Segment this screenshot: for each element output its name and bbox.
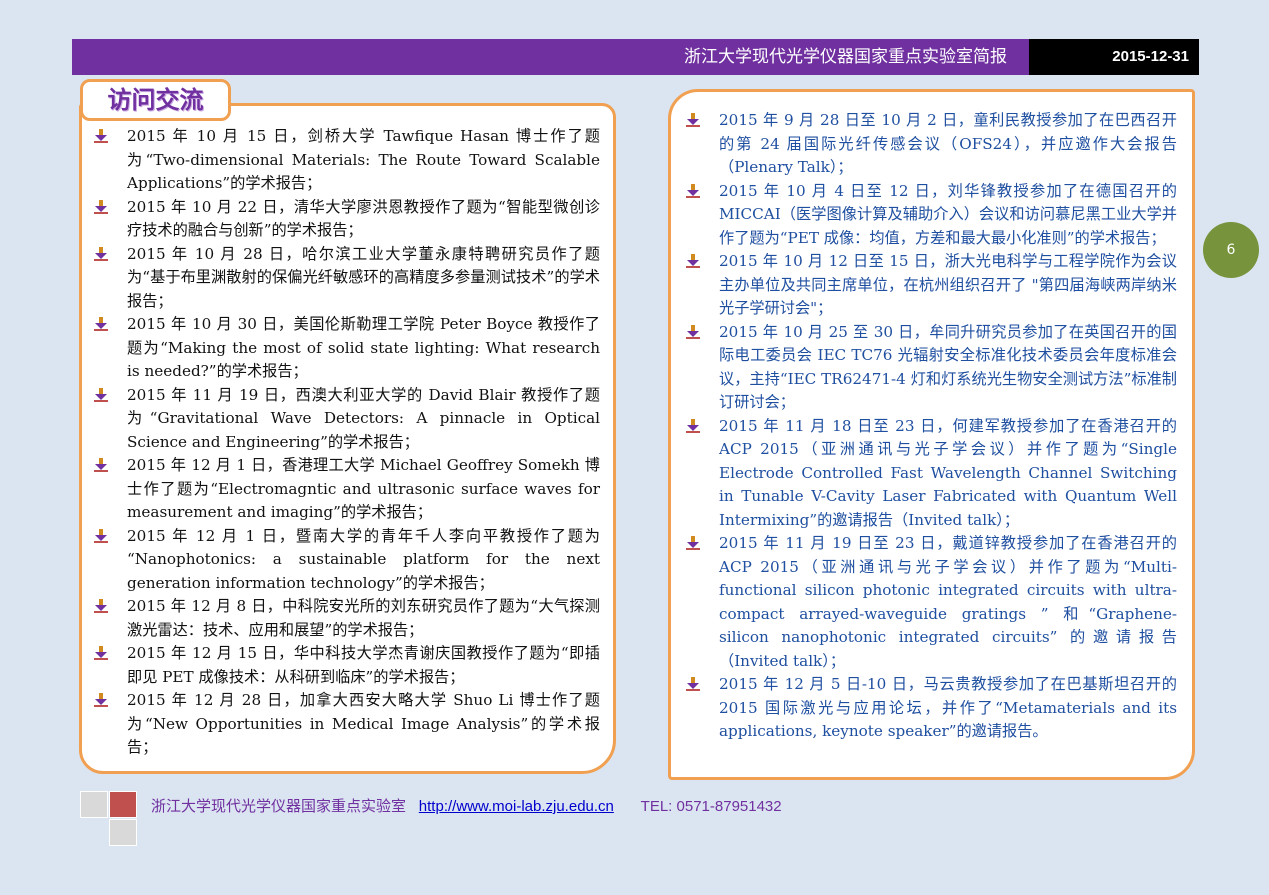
list-item-text: 2015 年 11 月 18 日至 23 日，何建军教授参加了在香港召开的 AC… <box>719 416 1177 529</box>
logo-square-red <box>109 791 137 818</box>
list-item-text: 2015 年 12 月 8 日，中科院安光所的刘东研究员作了题为“大气探测激光雷… <box>127 597 600 639</box>
list-item-text: 2015 年 12 月 15 日，华中科技大学杰青谢庆国教授作了题为“即插即见 … <box>127 644 600 686</box>
list-item-text: 2015 年 12 月 5 日-10 日，马云贵教授参加了在巴基斯坦召开的 20… <box>719 675 1177 740</box>
list-item: 2015 年 10 月 15 日，剑桥大学 Tawfique Hasan 博士作… <box>79 125 600 196</box>
arrow-down-bullet-icon <box>686 324 700 339</box>
list-item-text: 2015 年 12 月 28 日，加拿大西安大略大学 Shuo Li 博士作了题… <box>127 691 600 756</box>
list-item-text: 2015 年 10 月 25 至 30 日，牟同升研究员参加了在英国召开的国际电… <box>719 322 1177 412</box>
arrow-down-bullet-icon <box>94 646 108 660</box>
list-item-text: 2015 年 10 月 4 日至 12 日，刘华锋教授参加了在德国召开的 MIC… <box>719 181 1177 247</box>
list-item: 2015 年 10 月 30 日，美国伦斯勒理工学院 Peter Boyce 教… <box>79 313 600 384</box>
list-item: 2015 年 12 月 1 日，暨南大学的青年千人李向平教授作了题为 “Nano… <box>79 525 600 596</box>
list-item-text: 2015 年 11 月 19 日，西澳大利亚大学的 David Blair 教授… <box>127 385 600 451</box>
arrow-down-bullet-icon <box>686 113 700 127</box>
arrow-down-bullet-icon <box>686 254 700 268</box>
arrow-down-bullet-icon <box>94 693 108 707</box>
arrow-down-bullet-icon <box>686 418 700 433</box>
list-item-text: 2015 年 10 月 28 日，哈尔滨工业大学董永康特聘研究员作了题为“基于布… <box>127 244 600 310</box>
list-item-text: 2015 年 10 月 15 日，剑桥大学 Tawfique Hasan 博士作… <box>127 127 600 192</box>
list-item: 2015 年 12 月 5 日-10 日，马云贵教授参加了在巴基斯坦召开的 20… <box>671 673 1177 744</box>
list-item: 2015 年 11 月 19 日，西澳大利亚大学的 David Blair 教授… <box>79 384 600 455</box>
list-item: 2015 年 10 月 28 日，哈尔滨工业大学董永康特聘研究员作了题为“基于布… <box>79 243 600 314</box>
section-title: 访问交流 <box>80 79 231 121</box>
footer-org-name: 浙江大学现代光学仪器国家重点实验室 <box>151 797 407 815</box>
list-item-text: 2015 年 10 月 30 日，美国伦斯勒理工学院 Peter Boyce 教… <box>127 315 600 380</box>
logo-square-gray <box>80 791 108 818</box>
list-item-text: 2015 年 12 月 1 日，暨南大学的青年千人李向平教授作了题为 “Nano… <box>127 526 600 592</box>
arrow-down-bullet-icon <box>686 536 700 550</box>
arrow-down-bullet-icon <box>94 129 108 143</box>
list-item-text: 2015 年 11 月 19 日至 23 日，戴道锌教授参加了在香港召开的 AC… <box>719 534 1177 670</box>
list-item: 2015 年 10 月 12 日至 15 日，浙大光电科学与工程学院作为会议主办… <box>671 250 1177 321</box>
list-item-text: 2015 年 10 月 12 日至 15 日，浙大光电科学与工程学院作为会议主办… <box>719 252 1177 317</box>
arrow-down-bullet-icon <box>94 387 108 402</box>
arrow-down-bullet-icon <box>94 199 108 214</box>
list-item: 2015 年 12 月 15 日，华中科技大学杰青谢庆国教授作了题为“即插即见 … <box>79 642 600 689</box>
list-item: 2015 年 12 月 28 日，加拿大西安大略大学 Shuo Li 博士作了题… <box>79 689 600 760</box>
list-item-text: 2015 年 12 月 1 日，香港理工大学 Michael Geoffrey … <box>127 456 600 521</box>
list-item: 2015 年 12 月 8 日，中科院安光所的刘东研究员作了题为“大气探测激光雷… <box>79 595 600 642</box>
arrow-down-bullet-icon <box>94 458 108 472</box>
list-item: 2015 年 10 月 25 至 30 日，牟同升研究员参加了在英国召开的国际电… <box>671 321 1177 415</box>
arrow-down-bullet-icon <box>94 599 108 613</box>
arrow-down-bullet-icon <box>94 246 108 261</box>
footer-telephone: TEL: 0571-87951432 <box>640 798 782 815</box>
list-item: 2015 年 11 月 18 日至 23 日，何建军教授参加了在香港召开的 AC… <box>671 415 1177 533</box>
newsletter-title: 浙江大学现代光学仪器国家重点实验室简报 <box>684 47 1007 67</box>
logo-square-gray-lower <box>109 819 137 846</box>
footer-website-link[interactable]: http://www.moi-lab.zju.edu.cn <box>419 798 614 815</box>
list-item-text: 2015 年 9 月 28 日至 10 月 2 日，童利民教授参加了在巴西召开的… <box>719 111 1177 176</box>
arrow-down-bullet-icon <box>686 183 700 198</box>
issue-date: 2015-12-31 <box>1029 39 1199 75</box>
list-item: 2015 年 10 月 22 日，清华大学廖洪恩教授作了题为“智能型微创诊疗技术… <box>79 196 600 243</box>
right-item-list: 2015 年 9 月 28 日至 10 月 2 日，童利民教授参加了在巴西召开的… <box>671 109 1177 744</box>
list-item: 2015 年 9 月 28 日至 10 月 2 日，童利民教授参加了在巴西召开的… <box>671 109 1177 180</box>
page-number-badge: 6 <box>1203 222 1259 278</box>
footer: 浙江大学现代光学仪器国家重点实验室 http://www.moi-lab.zju… <box>151 796 782 817</box>
header-bar: 浙江大学现代光学仪器国家重点实验室简报 <box>72 39 1029 75</box>
arrow-down-bullet-icon <box>686 677 700 691</box>
list-item-text: 2015 年 10 月 22 日，清华大学廖洪恩教授作了题为“智能型微创诊疗技术… <box>127 197 600 240</box>
list-item: 2015 年 11 月 19 日至 23 日，戴道锌教授参加了在香港召开的 AC… <box>671 532 1177 673</box>
arrow-down-bullet-icon <box>94 528 108 543</box>
list-item: 2015 年 10 月 4 日至 12 日，刘华锋教授参加了在德国召开的 MIC… <box>671 180 1177 251</box>
arrow-down-bullet-icon <box>94 317 108 331</box>
list-item: 2015 年 12 月 1 日，香港理工大学 Michael Geoffrey … <box>79 454 600 525</box>
left-item-list: 2015 年 10 月 15 日，剑桥大学 Tawfique Hasan 博士作… <box>79 125 600 760</box>
